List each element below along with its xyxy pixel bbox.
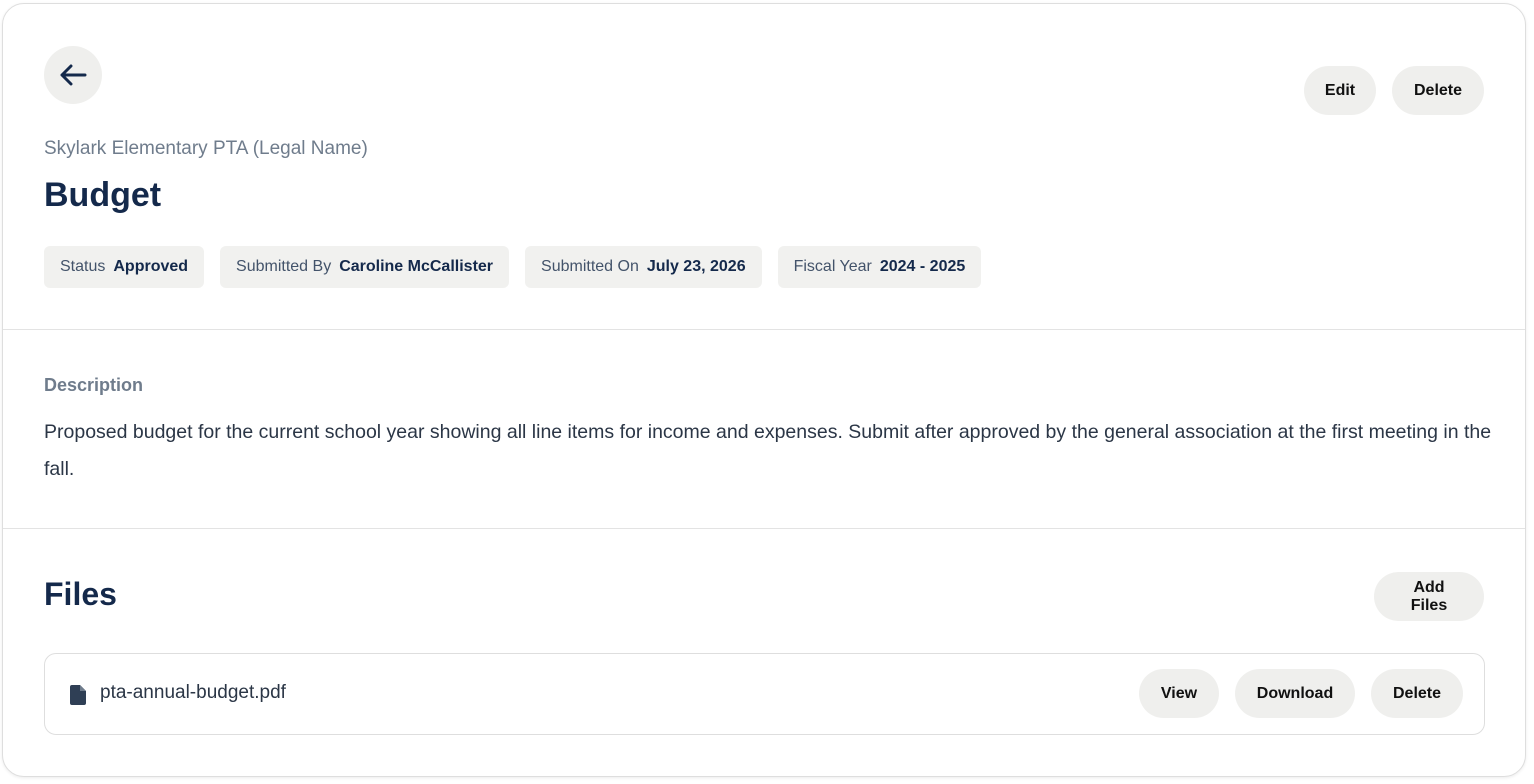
record-header: Edit Delete Skylark Elementary PTA (Lega… xyxy=(3,4,1525,330)
edit-button[interactable]: Edit xyxy=(1304,66,1376,115)
file-list-item: pta-annual-budget.pdf View Download Dele… xyxy=(44,653,1485,735)
status-value: Approved xyxy=(113,258,189,275)
status-label: Status xyxy=(60,258,106,275)
record-actions: Edit Delete xyxy=(1304,66,1484,115)
submitted-by-chip: Submitted By Caroline McCallister xyxy=(220,246,510,288)
fiscal-year-value: 2024 - 2025 xyxy=(879,258,966,275)
organization-name: Skylark Elementary PTA (Legal Name) xyxy=(44,138,368,159)
fiscal-year-label: Fiscal Year xyxy=(793,258,872,275)
submitted-on-chip: Submitted On July 23, 2026 xyxy=(525,246,762,288)
download-file-button[interactable]: Download xyxy=(1235,669,1355,718)
status-chip: Status Approved xyxy=(44,246,205,288)
view-file-button[interactable]: View xyxy=(1139,669,1219,718)
submitted-by-value: Caroline McCallister xyxy=(339,258,494,275)
file-icon xyxy=(70,685,86,705)
record-card: Edit Delete Skylark Elementary PTA (Lega… xyxy=(2,3,1526,777)
file-actions: View Download Delete xyxy=(1139,669,1463,718)
file-name[interactable]: pta-annual-budget.pdf xyxy=(100,682,286,704)
description-label: Description xyxy=(44,375,144,395)
fiscal-year-chip: Fiscal Year 2024 - 2025 xyxy=(777,246,982,288)
arrow-left-icon xyxy=(60,64,87,86)
files-title: Files xyxy=(44,576,117,612)
submitted-on-label: Submitted On xyxy=(541,258,639,275)
add-files-button[interactable]: Add Files xyxy=(1374,572,1484,621)
page-title: Budget xyxy=(44,176,162,214)
description-section: Description Proposed budget for the curr… xyxy=(3,330,1525,529)
submitted-by-label: Submitted By xyxy=(236,258,332,275)
delete-button[interactable]: Delete xyxy=(1392,66,1484,115)
submitted-on-value: July 23, 2026 xyxy=(646,258,746,275)
metadata-row: Status Approved Submitted By Caroline Mc… xyxy=(44,246,982,288)
delete-file-button[interactable]: Delete xyxy=(1371,669,1463,718)
back-button[interactable] xyxy=(44,46,102,104)
description-text: Proposed budget for the current school y… xyxy=(44,421,1492,480)
